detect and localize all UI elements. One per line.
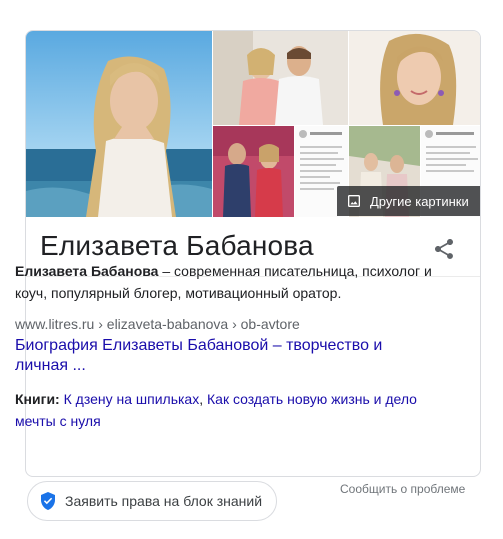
book-link-1[interactable]: К дзену на шпильках: [64, 391, 200, 407]
claim-label: Заявить права на блок знаний: [65, 493, 263, 509]
tv-photo[interactable]: [213, 126, 294, 217]
report-problem-link[interactable]: Сообщить о проблеме: [340, 482, 465, 496]
claim-panel-button[interactable]: Заявить права на блок знаний: [27, 481, 277, 521]
entity-description: Елизавета Бабанова – современная писател…: [15, 260, 445, 304]
books-label: Книги:: [15, 391, 60, 407]
source-link[interactable]: Биография Елизаветы Бабановой – творчест…: [15, 336, 435, 376]
source-cite: www.litres.ru › elizaveta-babanova › ob-…: [15, 316, 300, 332]
closeup-photo[interactable]: [349, 31, 480, 125]
books-separator: ,: [199, 391, 207, 407]
main-photo[interactable]: [26, 31, 212, 217]
image-icon: [346, 193, 362, 209]
couple-photo[interactable]: [213, 31, 348, 125]
image-gallery: Другие картинки: [26, 31, 480, 217]
verified-shield-icon: [40, 492, 56, 510]
more-images-button[interactable]: Другие картинки: [337, 186, 480, 216]
books-row: Книги: К дзену на шпильках, Как создать …: [15, 388, 445, 432]
share-icon[interactable]: [432, 237, 456, 261]
entity-title: Елизавета Бабанова: [40, 230, 314, 261]
more-images-label: Другие картинки: [370, 193, 469, 209]
description-name: Елизавета Бабанова: [15, 263, 159, 279]
